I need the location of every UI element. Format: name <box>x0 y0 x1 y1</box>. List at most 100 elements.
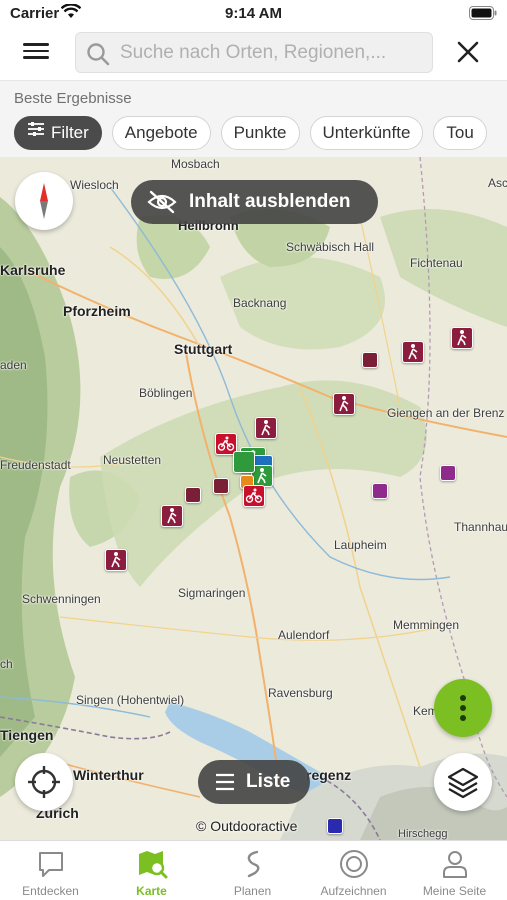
hiking-marker[interactable] <box>451 327 473 349</box>
status-bar: Carrier 9:14 AM <box>0 0 507 28</box>
place-label: Neustetten <box>103 453 162 467</box>
search-icon <box>86 42 110 71</box>
place-label: Böblingen <box>139 386 193 400</box>
filter-chip[interactable]: Filter <box>14 116 102 150</box>
map-attribution[interactable]: © Outdooractive <box>196 818 297 834</box>
place-label: Schwäbisch Hall <box>286 240 375 254</box>
hamburger-line <box>23 49 49 52</box>
poi-marker[interactable] <box>185 487 201 503</box>
tour-marker[interactable] <box>233 451 255 473</box>
poi-marker[interactable] <box>327 818 343 834</box>
list-button[interactable]: Liste <box>198 760 310 804</box>
battery-icon <box>469 6 497 25</box>
place-label: Fichtenau <box>410 256 463 270</box>
place-label: Freudenstadt <box>0 458 71 472</box>
results-label: Beste Ergebnisse <box>14 90 132 107</box>
hiking-marker[interactable] <box>255 417 277 439</box>
place-label: regenz <box>306 767 352 783</box>
record-icon <box>338 848 370 880</box>
hide-content-button[interactable]: Inhalt ausblenden <box>131 180 378 224</box>
place-label: Stuttgart <box>174 341 233 357</box>
more-options-button[interactable] <box>434 679 492 737</box>
hiking-marker[interactable] <box>105 549 127 571</box>
place-label: Singen (Hohentwiel) <box>76 693 185 707</box>
search-input[interactable] <box>120 33 426 72</box>
place-label: Sigmaringen <box>178 586 246 600</box>
route-icon <box>237 848 269 880</box>
place-label: Winterthur <box>73 767 144 783</box>
cycling-marker[interactable] <box>243 485 265 507</box>
tab-label: Karte <box>136 884 167 898</box>
sliders-icon <box>27 116 45 148</box>
tab-label: Entdecken <box>22 884 79 898</box>
poi-marker[interactable] <box>362 352 378 368</box>
poi-marker[interactable] <box>440 465 456 481</box>
bicycle-icon <box>217 436 235 451</box>
place-label: Backnang <box>233 296 287 310</box>
bicycle-icon <box>245 488 263 503</box>
place-label: Memmingen <box>393 618 460 632</box>
place-label: Hirschegg <box>398 828 448 840</box>
eye-off-icon <box>147 190 177 219</box>
clock: 9:14 AM <box>225 5 282 22</box>
bottom-tab-bar: Entdecken Karte Planen Aufzeichnen Meine… <box>0 840 507 900</box>
tab-map[interactable]: Karte <box>101 841 202 900</box>
compass-button[interactable] <box>15 172 73 230</box>
filter-chip-label: Filter <box>51 123 89 142</box>
hiker-icon <box>261 420 271 436</box>
close-icon <box>457 41 479 63</box>
filter-chip-row: Filter Angebote Punkte Unterkünfte Tou <box>14 116 507 150</box>
offers-chip[interactable]: Angebote <box>111 116 211 150</box>
close-button[interactable] <box>452 36 484 68</box>
person-icon <box>439 848 471 880</box>
hamburger-icon <box>23 43 49 46</box>
menu-button[interactable] <box>18 38 62 68</box>
hide-content-label: Inhalt ausblenden <box>189 191 351 212</box>
tab-my-page[interactable]: Meine Seite <box>404 841 505 900</box>
list-label: Liste <box>246 771 291 792</box>
tours-chip[interactable]: Tou <box>433 116 487 150</box>
accommodations-chip[interactable]: Unterkünfte <box>309 116 424 150</box>
poi-marker[interactable] <box>372 483 388 499</box>
place-label: Giengen an der Brenz <box>387 406 505 420</box>
poi-marker[interactable] <box>213 478 229 494</box>
points-chip[interactable]: Punkte <box>220 116 300 150</box>
tab-label: Aufzeichnen <box>320 884 387 898</box>
layers-icon <box>447 767 479 799</box>
place-label: Aulendorf <box>278 628 330 642</box>
place-label: aden <box>0 358 27 372</box>
hiker-icon <box>339 396 349 412</box>
place-label: Wiesloch <box>70 178 119 192</box>
hiking-marker[interactable] <box>161 505 183 527</box>
hiking-marker[interactable] <box>402 341 424 363</box>
map-view[interactable]: Mosbach Wiesloch Heilbronn Schwäbisch Ha… <box>0 157 507 840</box>
place-label: Thannhaus <box>454 520 507 534</box>
tab-label: Meine Seite <box>422 884 487 898</box>
hiker-icon <box>257 468 267 484</box>
hiker-icon <box>111 552 121 568</box>
search-box[interactable] <box>75 32 433 73</box>
place-label: Pforzheim <box>63 303 131 319</box>
map-layers-button[interactable] <box>434 753 492 811</box>
more-dots-icon <box>460 705 466 711</box>
place-label: Laupheim <box>334 538 387 552</box>
place-label: Ravensburg <box>268 686 333 700</box>
tab-discover[interactable]: Entdecken <box>0 841 101 900</box>
tab-plan[interactable]: Planen <box>202 841 303 900</box>
chat-bubble-icon <box>35 848 67 880</box>
more-dots-icon <box>460 715 466 721</box>
hiker-icon <box>408 344 418 360</box>
tab-record[interactable]: Aufzeichnen <box>303 841 404 900</box>
search-header <box>0 28 507 80</box>
map-search-icon <box>136 848 168 880</box>
more-dots-icon <box>460 695 466 701</box>
place-label: Mosbach <box>171 157 220 171</box>
list-icon <box>215 773 235 796</box>
place-label: Tiengen <box>0 727 54 743</box>
crosshair-icon <box>28 766 60 798</box>
locate-me-button[interactable] <box>15 753 73 811</box>
results-bar: Beste Ergebnisse Filter Angebote Punkte Un… <box>0 80 507 157</box>
place-label: Schwenningen <box>22 592 101 606</box>
hiking-marker[interactable] <box>333 393 355 415</box>
hamburger-line <box>23 56 49 59</box>
